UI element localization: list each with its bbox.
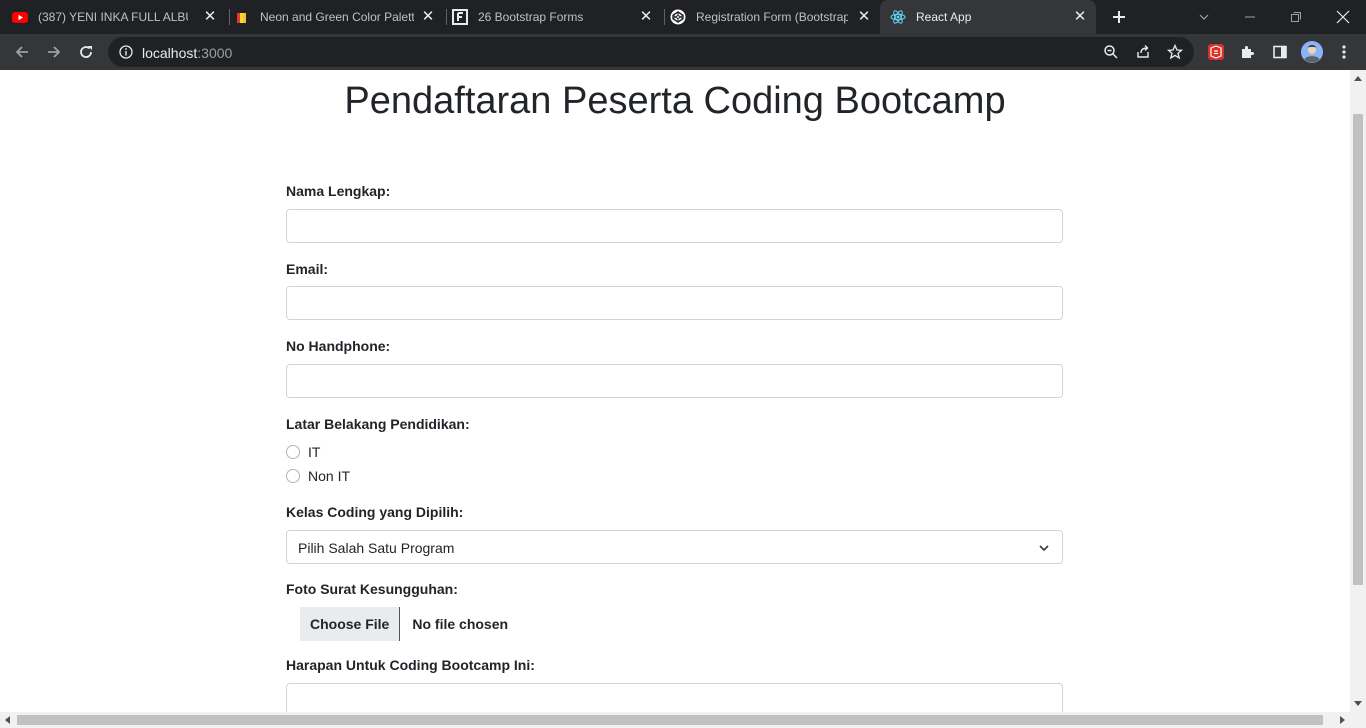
- browser-toolbar: localhost:3000: [0, 34, 1366, 70]
- tab-separator: [664, 9, 665, 25]
- chevron-down-icon: [1199, 14, 1209, 20]
- profile-button[interactable]: [1298, 38, 1326, 66]
- class-label: Kelas Coding yang Dipilih:: [286, 504, 464, 520]
- arrow-right-icon: [48, 46, 61, 58]
- minimize-icon: [1245, 16, 1255, 18]
- extension-app-icon: [1208, 44, 1224, 60]
- tab-title: (387) YENI INKA FULL ALBUM: [38, 10, 188, 24]
- vertical-scrollbar[interactable]: [1350, 70, 1366, 712]
- url-host: localhost: [142, 45, 198, 61]
- restore-icon: [1291, 12, 1301, 22]
- horizontal-scroll-thumb[interactable]: [17, 715, 1323, 725]
- close-icon: [1336, 10, 1350, 24]
- bookmark-star-icon[interactable]: [1167, 44, 1183, 60]
- horizontal-scrollbar[interactable]: [0, 712, 1366, 728]
- tab-separator: [229, 9, 230, 25]
- page-viewport: Pendaftaran Peserta Coding Bootcamp Nama…: [0, 70, 1350, 712]
- scroll-left-arrow-icon[interactable]: [5, 716, 10, 724]
- radio-it[interactable]: [286, 445, 300, 459]
- bootstrap-forms-icon: [452, 9, 468, 25]
- address-bar[interactable]: localhost:3000: [108, 37, 1194, 67]
- radio-option-non-it[interactable]: Non IT: [286, 466, 350, 486]
- close-tab-icon[interactable]: ✕: [202, 9, 218, 25]
- close-tab-icon[interactable]: ✕: [856, 9, 872, 25]
- tab-search-button[interactable]: [1190, 3, 1218, 31]
- radio-label-non-it: Non IT: [308, 468, 351, 484]
- palette-icon: [234, 9, 250, 25]
- tab-react-app[interactable]: React App ✕: [880, 0, 1096, 34]
- close-window-button[interactable]: [1329, 3, 1357, 31]
- tab-bootstrap-forms[interactable]: 26 Bootstrap Forms ✕: [452, 0, 662, 34]
- avatar: [1301, 41, 1323, 63]
- share-icon[interactable]: [1135, 44, 1151, 60]
- new-tab-button[interactable]: [1105, 3, 1133, 31]
- forward-button[interactable]: [40, 38, 68, 66]
- arrow-left-icon: [15, 46, 28, 58]
- scroll-up-arrow-icon[interactable]: [1354, 76, 1362, 81]
- codepen-icon: [670, 9, 686, 25]
- file-input[interactable]: Choose File No file chosen: [300, 607, 508, 641]
- hope-label: Harapan Untuk Coding Bootcamp Ini:: [286, 657, 535, 673]
- close-tab-icon[interactable]: ✕: [1072, 9, 1088, 25]
- url-port: :3000: [197, 45, 233, 61]
- reload-icon: [80, 46, 92, 58]
- scroll-down-arrow-icon[interactable]: [1354, 701, 1362, 706]
- tab-youtube[interactable]: (387) YENI INKA FULL ALBUM ✕: [12, 0, 226, 34]
- kebab-menu-icon: [1342, 45, 1346, 59]
- tab-title: Registration Form (Bootstrap: [696, 10, 848, 24]
- side-panel-icon: [1273, 45, 1287, 59]
- vertical-scroll-thumb[interactable]: [1353, 114, 1363, 585]
- url-text: localhost:3000: [142, 45, 232, 61]
- minimize-button[interactable]: [1236, 3, 1264, 31]
- radio-label-it: IT: [308, 444, 321, 460]
- hope-textarea[interactable]: [286, 683, 1063, 712]
- tab-title: Neon and Green Color Palette: [260, 10, 414, 24]
- name-input[interactable]: [286, 209, 1063, 243]
- extensions-button[interactable]: [1234, 38, 1262, 66]
- back-button[interactable]: [8, 38, 36, 66]
- tab-strip: (387) YENI INKA FULL ALBUM ✕ Neon and Gr…: [0, 0, 1366, 34]
- extension-button[interactable]: [1202, 38, 1230, 66]
- menu-button[interactable]: [1330, 38, 1358, 66]
- education-label: Latar Belakang Pendidikan:: [286, 416, 470, 432]
- close-tab-icon[interactable]: ✕: [638, 9, 654, 25]
- class-select-value: Pilih Salah Satu Program: [298, 540, 455, 556]
- email-input[interactable]: [286, 286, 1063, 320]
- radio-option-it[interactable]: IT: [286, 442, 320, 462]
- tab-title: React App: [916, 10, 972, 24]
- close-tab-icon[interactable]: ✕: [420, 9, 436, 25]
- scroll-right-arrow-icon[interactable]: [1340, 716, 1345, 724]
- site-info-icon[interactable]: [119, 45, 133, 59]
- photo-label: Foto Surat Kesungguhan:: [286, 581, 458, 597]
- puzzle-icon: [1242, 46, 1254, 58]
- plus-icon: [1113, 11, 1125, 23]
- choose-file-button[interactable]: Choose File: [300, 607, 401, 641]
- restore-button[interactable]: [1282, 3, 1310, 31]
- name-label: Nama Lengkap:: [286, 183, 391, 199]
- email-label: Email:: [286, 261, 329, 277]
- youtube-icon: [12, 9, 28, 25]
- tab-color-palette[interactable]: Neon and Green Color Palette ✕: [234, 0, 444, 34]
- phone-input[interactable]: [286, 364, 1063, 398]
- tab-registration-form[interactable]: Registration Form (Bootstrap ✕: [670, 0, 880, 34]
- chevron-down-icon: [1039, 545, 1049, 552]
- side-panel-button[interactable]: [1266, 38, 1294, 66]
- file-status: No file chosen: [412, 616, 509, 632]
- zoom-icon[interactable]: [1103, 44, 1119, 60]
- tab-separator: [446, 9, 447, 25]
- phone-label: No Handphone:: [286, 338, 391, 354]
- tab-title: 26 Bootstrap Forms: [478, 10, 584, 24]
- react-icon: [890, 9, 906, 25]
- class-select[interactable]: Pilih Salah Satu Program: [286, 530, 1063, 564]
- radio-non-it[interactable]: [286, 469, 300, 483]
- reload-button[interactable]: [72, 38, 100, 66]
- page-title: Pendaftaran Peserta Coding Bootcamp: [344, 80, 1006, 122]
